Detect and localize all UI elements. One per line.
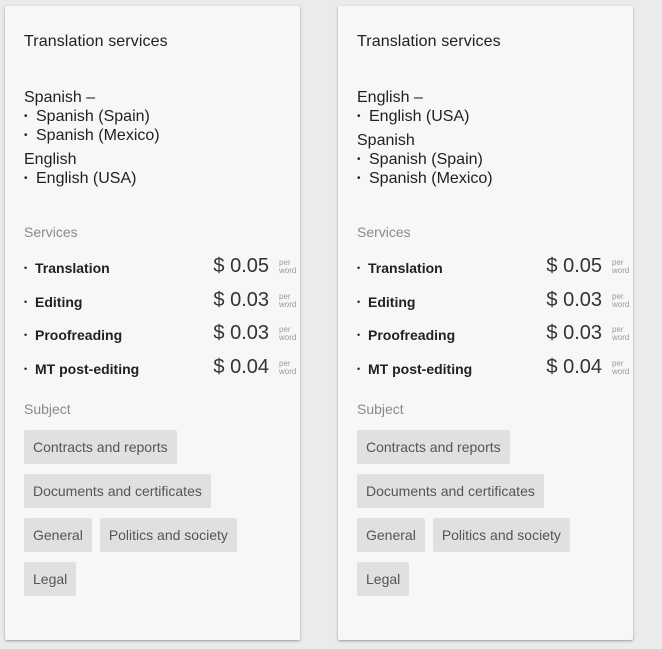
- language-item: • Spanish (Mexico): [24, 127, 160, 144]
- subject-chip[interactable]: General: [24, 518, 92, 552]
- language-group: Spanish • Spanish (Spain) • Spanish (Mexic…: [357, 131, 493, 188]
- language-group: English • English (USA): [24, 150, 160, 188]
- language-pairs: English – • English (USA) Spanish • Spanis…: [357, 88, 493, 193]
- subject-chip[interactable]: Politics and society: [432, 518, 570, 552]
- service-row: • MT post-editing $ 0.04 per word: [24, 355, 305, 389]
- language-head: Spanish: [357, 132, 415, 149]
- language-head: English: [24, 151, 77, 168]
- services-list: • Translation $ 0.05 per word • Editing $ 0…: [24, 254, 305, 388]
- service-row: • Translation $ 0.05 per word: [357, 254, 638, 288]
- service-row: • Editing $ 0.03 per word: [357, 288, 638, 322]
- subject-chip[interactable]: Contracts and reports: [357, 430, 510, 464]
- service-price: $ 0.03: [213, 322, 269, 344]
- subject-chip[interactable]: Contracts and reports: [24, 430, 177, 464]
- service-unit: per word: [612, 291, 630, 309]
- service-name: • Editing: [357, 293, 416, 310]
- bullet-icon: •: [24, 173, 28, 184]
- service-name: • Proofreading: [357, 327, 456, 343]
- service-name: • Editing: [24, 293, 83, 310]
- service-unit: per word: [279, 325, 297, 342]
- bullet-icon: •: [24, 363, 28, 374]
- subject-chip[interactable]: Legal: [24, 562, 77, 596]
- language-item: • English (USA): [357, 108, 470, 125]
- bullet-icon: •: [24, 263, 28, 273]
- language-head: English –: [357, 89, 423, 106]
- service-price: $ 0.05: [213, 255, 269, 277]
- bullet-icon: •: [24, 296, 28, 307]
- bullet-icon: •: [357, 330, 361, 340]
- bullet-icon: •: [357, 154, 361, 165]
- bullet-icon: •: [357, 296, 361, 307]
- services-label: Services: [357, 224, 411, 240]
- service-name: • Translation: [357, 260, 443, 276]
- subject-chips: Contracts and reports Documents and cert…: [24, 430, 294, 606]
- service-name: • Translation: [24, 260, 110, 276]
- card-title: Translation services: [24, 33, 168, 50]
- services-label: Services: [24, 224, 78, 240]
- subject-chip[interactable]: Politics and society: [99, 518, 237, 552]
- subject-chip[interactable]: Legal: [357, 562, 410, 596]
- service-name: • Proofreading: [24, 327, 123, 343]
- subject-chip[interactable]: Documents and certificates: [357, 474, 544, 508]
- bullet-icon: •: [24, 130, 28, 141]
- language-pairs: Spanish – • Spanish (Spain) • Spanish (Mex…: [24, 88, 160, 193]
- service-unit: per word: [612, 325, 630, 342]
- bullet-icon: •: [357, 173, 361, 184]
- bullet-icon: •: [24, 330, 28, 340]
- service-name: • MT post-editing: [357, 360, 473, 377]
- service-row: • Translation $ 0.05 per word: [24, 254, 305, 288]
- service-unit: per word: [612, 258, 630, 275]
- bullet-icon: •: [357, 111, 361, 122]
- service-price: $ 0.04: [546, 355, 602, 378]
- service-price: $ 0.03: [213, 288, 269, 311]
- subject-chip[interactable]: Documents and certificates: [24, 474, 211, 508]
- translation-card-1: Translation services Spanish – • Spanish …: [5, 6, 300, 640]
- language-item: • Spanish (Spain): [24, 108, 150, 125]
- service-unit: per word: [279, 291, 297, 309]
- service-unit: per word: [279, 258, 297, 275]
- service-price: $ 0.03: [546, 322, 602, 344]
- language-group: Spanish – • Spanish (Spain) • Spanish (Mex…: [24, 88, 160, 145]
- bullet-icon: •: [357, 363, 361, 374]
- language-item: • Spanish (Spain): [357, 151, 483, 168]
- service-row: • MT post-editing $ 0.04 per word: [357, 355, 638, 389]
- bullet-icon: •: [357, 263, 361, 273]
- service-price: $ 0.04: [213, 355, 269, 378]
- language-item: • English (USA): [24, 170, 137, 187]
- service-price: $ 0.05: [546, 255, 602, 277]
- bullet-icon: •: [24, 111, 28, 122]
- language-group: English – • English (USA): [357, 88, 493, 126]
- subject-label: Subject: [357, 401, 404, 417]
- language-item: • Spanish (Mexico): [357, 170, 493, 187]
- services-list: • Translation $ 0.05 per word • Editing $ 0…: [357, 254, 638, 388]
- service-price: $ 0.03: [546, 288, 602, 311]
- service-unit: per word: [612, 358, 630, 376]
- service-name: • MT post-editing: [24, 360, 140, 377]
- service-unit: per word: [279, 358, 297, 376]
- subject-label: Subject: [24, 401, 71, 417]
- service-row: • Proofreading $ 0.03 per word: [357, 321, 638, 355]
- service-row: • Editing $ 0.03 per word: [24, 288, 305, 322]
- subject-chip[interactable]: General: [357, 518, 425, 552]
- language-head: Spanish –: [24, 89, 96, 106]
- service-row: • Proofreading $ 0.03 per word: [24, 321, 305, 355]
- card-title: Translation services: [357, 33, 501, 50]
- translation-card-2: Translation services English – • English …: [338, 6, 633, 640]
- subject-chips: Contracts and reports Documents and cert…: [357, 430, 627, 606]
